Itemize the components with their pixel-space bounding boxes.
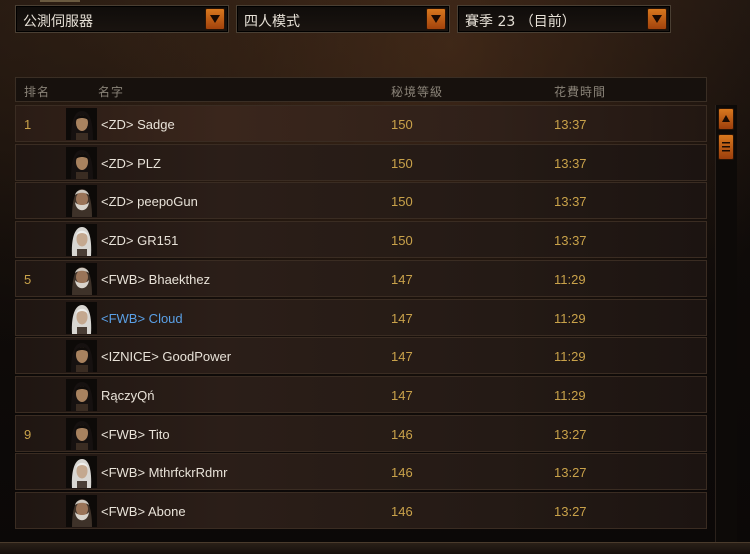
row-rift-level: 146 [391, 426, 413, 442]
hero-portrait-icon [66, 185, 97, 218]
row-time: 13:27 [554, 426, 587, 442]
leaderboard-row[interactable]: <ZD> GR151 150 13:37 [15, 221, 707, 259]
hero-portrait-icon [66, 417, 97, 450]
leaderboard-row[interactable]: <ZD> peepoGun 150 13:37 [15, 182, 707, 220]
chevron-down-icon[interactable] [647, 8, 667, 30]
row-rift-level: 147 [391, 310, 413, 326]
hero-portrait-icon [66, 146, 97, 179]
arrow-up-icon[interactable] [718, 108, 734, 130]
season-dropdown-value: 賽季 23 （目前） [465, 14, 576, 30]
mode-dropdown-value: 四人模式 [244, 14, 300, 30]
leaderboard-header: 排名 名字 秘境等級 花費時間 [15, 77, 707, 102]
leaderboard-row[interactable]: 9 <FWB> Tito 146 13:27 [15, 414, 707, 452]
player-name[interactable]: <ZD> GR151 [101, 233, 178, 248]
player-name[interactable]: <ZD> peepoGun [101, 194, 198, 209]
row-time: 11:29 [554, 387, 586, 403]
row-rift-level: 146 [391, 504, 413, 519]
player-name[interactable]: <FWB> Tito [101, 427, 170, 442]
row-time: 13:27 [554, 465, 587, 481]
player-name[interactable]: <ZD> Sadge [101, 117, 175, 132]
leaderboard-row[interactable]: <IZNICE> GoodPower 147 11:29 [15, 337, 707, 375]
row-time: 13:37 [554, 194, 587, 210]
player-name[interactable]: <FWB> MthrfckrRdmr [101, 465, 227, 480]
row-time: 13:37 [554, 155, 587, 171]
row-time: 13:37 [554, 117, 587, 132]
row-time: 13:37 [554, 233, 587, 249]
player-name[interactable]: <FWB> Cloud [101, 311, 183, 326]
row-time: 11:29 [554, 349, 586, 365]
top-ornament [40, 0, 80, 2]
column-name-header: 名字 [98, 85, 125, 99]
hero-portrait-icon [66, 495, 97, 527]
row-rank: 9 [24, 426, 32, 442]
leaderboard-row[interactable]: RączyQń 147 11:29 [15, 375, 707, 413]
row-time: 11:29 [554, 271, 586, 287]
season-dropdown[interactable]: 賽季 23 （目前） [457, 5, 671, 33]
bottom-frame [0, 542, 750, 554]
row-time: 13:27 [554, 504, 587, 519]
leaderboard-row[interactable]: <FWB> MthrfckrRdmr 146 13:27 [15, 453, 707, 491]
row-rift-level: 147 [391, 387, 413, 403]
hero-portrait-icon [66, 456, 97, 489]
row-time: 11:29 [554, 310, 586, 326]
column-time-header: 花費時間 [554, 85, 607, 99]
player-name[interactable]: <ZD> PLZ [101, 156, 161, 171]
player-name[interactable]: <FWB> Bhaekthez [101, 272, 210, 287]
leaderboard-row[interactable]: 1 <ZD> Sadge 150 13:37 [15, 105, 707, 142]
row-rift-level: 150 [391, 117, 413, 132]
chevron-down-icon[interactable] [205, 8, 225, 30]
leaderboard-row[interactable]: <ZD> PLZ 150 13:37 [15, 143, 707, 181]
hero-portrait-icon [66, 262, 97, 295]
server-dropdown-value: 公測伺服器 [23, 14, 93, 30]
mode-dropdown[interactable]: 四人模式 [236, 5, 450, 33]
scrollbar-track[interactable] [715, 105, 737, 553]
row-rift-level: 146 [391, 465, 413, 481]
chevron-down-icon[interactable] [426, 8, 446, 30]
column-rank-header: 排名 [24, 85, 51, 99]
row-rift-level: 147 [391, 349, 413, 365]
leaderboard-row[interactable]: 5 <FWB> Bhaekthez 147 11:29 [15, 259, 707, 297]
leaderboard-row[interactable]: <FWB> Abone 146 13:27 [15, 492, 707, 529]
hero-portrait-icon [66, 378, 97, 411]
row-rift-level: 147 [391, 271, 413, 287]
row-rank: 1 [24, 117, 32, 132]
grip-icon[interactable] [718, 134, 734, 160]
row-rank: 5 [24, 271, 32, 287]
row-rift-level: 150 [391, 194, 413, 210]
row-rift-level: 150 [391, 233, 413, 249]
leaderboard-row[interactable]: <FWB> Cloud 147 11:29 [15, 298, 707, 336]
player-name[interactable]: <FWB> Abone [101, 504, 186, 519]
hero-portrait-icon [66, 108, 97, 140]
column-level-header: 秘境等級 [391, 85, 444, 99]
hero-portrait-icon [66, 224, 97, 257]
hero-portrait-icon [66, 301, 97, 334]
row-rift-level: 150 [391, 155, 413, 171]
server-dropdown[interactable]: 公測伺服器 [15, 5, 229, 33]
player-name[interactable]: RączyQń [101, 388, 154, 403]
player-name[interactable]: <IZNICE> GoodPower [101, 349, 231, 364]
hero-portrait-icon [66, 340, 97, 373]
